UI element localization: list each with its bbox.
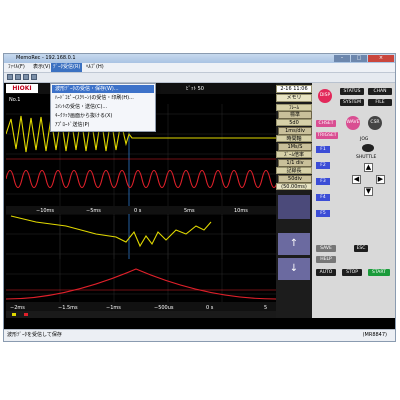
f5-button[interactable]: F5 [316,210,330,217]
arrow-left-icon[interactable]: ◀ [352,175,361,184]
auto-button[interactable]: AUTO [316,269,336,276]
menu-file[interactable]: ﾌｧｲﾙ(F) [6,63,27,72]
scroll-up-arrow-icon[interactable]: ↑ [278,233,310,255]
f2-button[interactable]: F2 [316,162,330,169]
trigset-button[interactable]: TRIGSET [316,132,338,139]
maximize-button[interactable]: □ [351,55,367,62]
trigger-time: 2-16 11:06 [276,85,312,93]
open-icon[interactable] [7,74,13,80]
status-button[interactable]: STATUS [340,88,364,95]
wave-button[interactable]: WAVE [346,116,360,130]
arrow-right-icon[interactable]: ▶ [376,175,385,184]
upper-tick-3: 5ms [184,208,195,214]
print-icon[interactable] [23,74,29,80]
header-readout: ﾋﾞｯﾄ 50 [186,86,204,92]
receive-dropdown-menu: 波形ﾃﾞｰﾀの受信・保存(W)... ﾊｰﾄﾞｺﾋﾟｰ(ｽｸﾘｰﾝ)の受信・印刷… [50,83,156,132]
menu-receive[interactable]: ﾃﾞｰﾀ受信(R) [51,63,83,72]
window-title: MemoRec - 192.168.0.1 [16,55,76,61]
menu-item-receive-hardcopy[interactable]: ﾊｰﾄﾞｺﾋﾟｰ(ｽｸﾘｰﾝ)の受信・印刷(H)... [55,94,134,102]
lower-tick-4: 0 s [206,305,214,311]
jog-dial[interactable] [362,144,374,152]
lower-tick-0: −2ms [10,305,25,311]
save-icon[interactable] [15,74,21,80]
channel-label: No.1 [9,97,20,103]
menu-item-comment[interactable]: ｺﾒﾝﾄの受信・送信(C)... [55,103,107,111]
status-bar: 波形ﾃﾞｰﾀを受信して保存 (MR8847) [4,329,395,341]
disp-button[interactable]: DISP [318,89,332,103]
stop-button[interactable]: STOP [342,269,362,276]
setting-value-4[interactable]: 1/1 div [278,159,312,167]
status-text: 波形ﾃﾞｰﾀを受信して保存 [7,332,62,338]
chan-button[interactable]: CHAN [368,88,392,95]
title-bar: MemoRec - 192.168.0.1 – □ × [4,54,395,63]
jog-label: JOG [360,137,369,142]
setting-label-6: (50.00ms) [276,183,312,190]
arrow-down-icon[interactable]: ▼ [364,187,373,196]
panel-icon-button[interactable] [278,195,310,219]
upper-tick-0: −10ms [36,208,54,214]
setting-label-1: ﾌﾚｰﾑ [276,104,312,111]
upper-tick-1: −5ms [86,208,101,214]
chset-button[interactable]: CHSET [316,120,336,127]
setting-value-3[interactable]: 1Ms/S [278,143,312,151]
menu-bar: ﾌｧｲﾙ(F) 表示(V) ﾃﾞｰﾀ受信(R) ﾍﾙﾌﾟ(H) [4,63,395,73]
save-button[interactable]: SAVE [316,245,336,252]
scroll-down-arrow-icon[interactable]: ↓ [278,258,310,280]
help-button[interactable]: HELP [316,256,336,263]
toolbar [4,73,395,83]
settings-panel: 2-16 11:06 メモリ ﾌﾚｰﾑ 標準 5d0 1ms/div 時間軸 1… [276,83,312,318]
f4-button[interactable]: F4 [316,194,330,201]
menu-view[interactable]: 表示(V) [31,63,52,72]
lower-tick-5: 5 [264,305,267,311]
arrow-up-icon[interactable]: ▲ [364,163,373,172]
shuttle-label: SHUTTLE [356,155,377,160]
window: MemoRec - 192.168.0.1 – □ × ﾌｧｲﾙ(F) 表示(V… [3,53,396,342]
control-panel: DISP STATUS CHAN SYSTEM FILE CHSET WAVE … [312,83,395,318]
minimize-button[interactable]: – [334,55,350,62]
system-button[interactable]: SYSTEM [340,99,364,106]
f1-button[interactable]: F1 [316,146,330,153]
f3-button[interactable]: F3 [316,178,330,185]
close-button[interactable]: × [368,55,394,62]
file-button[interactable]: FILE [368,99,392,106]
setting-value-2[interactable]: 1ms/div [278,127,312,135]
esc-button[interactable]: ESC [354,245,368,252]
setting-value-5[interactable]: 50div [278,175,312,183]
menu-help[interactable]: ﾍﾙﾌﾟ(H) [84,63,106,72]
csr-button[interactable]: CSR [368,116,382,130]
lower-tick-2: −1ms [106,305,121,311]
upper-tick-4: 10ms [234,208,248,214]
setting-label-2: 5d0 [276,119,312,126]
camera-icon[interactable] [31,74,37,80]
menu-item-upload[interactable]: ｱﾌﾟﾛｰﾄﾞ送信(P) [55,121,89,129]
setting-label-3: 時間軸 [276,135,312,142]
setting-value-1[interactable]: 標準 [278,111,312,119]
mode-label: メモリ [276,94,312,102]
model-label: (MR8847) [362,332,387,338]
setting-label-5: 記録長 [276,167,312,174]
menu-item-receive-save-waveform[interactable]: 波形ﾃﾞｰﾀの受信・保存(W)... [52,85,154,93]
start-button[interactable]: START [368,269,390,276]
upper-tick-2: 0 s [134,208,142,214]
lower-tick-3: −500us [154,305,174,311]
brand-logo: HIOKI [6,84,38,93]
menu-item-exit-key-click[interactable]: ｷｰｸﾘｯｸ画面から抜ける(X) [55,112,112,120]
lower-tick-1: −1.5ms [58,305,78,311]
setting-label-4: ｽﾞｰﾑ倍率 [276,151,312,158]
